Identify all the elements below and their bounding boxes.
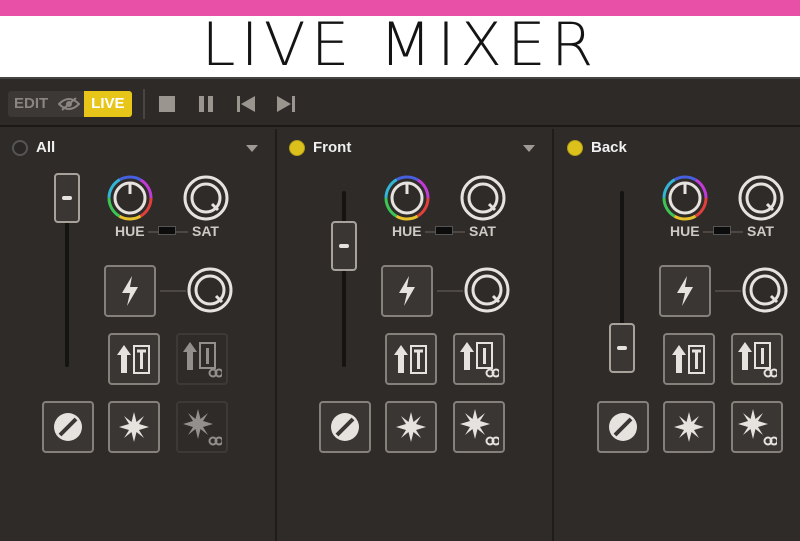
hue-knob[interactable]: [383, 174, 431, 222]
eye-hidden-icon: [58, 97, 81, 111]
blackout-icon: [331, 413, 359, 441]
sat-label: SAT: [192, 223, 219, 239]
starburst-icon: [119, 412, 149, 442]
page-title: LIVE MIXER: [201, 10, 599, 80]
saturation-dial-icon: [183, 175, 229, 221]
strobe-dial-icon: [742, 267, 788, 313]
strobe-link-line: [160, 290, 186, 292]
fader-track[interactable]: [342, 191, 346, 367]
saturation-knob[interactable]: [182, 174, 230, 222]
channel-name: All: [36, 139, 56, 156]
hue-sat-link-toggle[interactable]: [435, 226, 453, 235]
channel-indicator: [289, 140, 305, 156]
channel-name: Back: [591, 139, 627, 156]
live-mode-button[interactable]: LIVE: [84, 91, 132, 117]
strobe-dial-icon: [187, 267, 233, 313]
blackout-button[interactable]: [597, 401, 649, 453]
starburst-icon: [396, 412, 426, 442]
strobe-button[interactable]: [659, 265, 711, 317]
hue-sat-link-toggle[interactable]: [713, 226, 731, 235]
fader-handle[interactable]: [331, 221, 357, 271]
strobe-button[interactable]: [381, 265, 433, 317]
channel-header[interactable]: Back: [555, 129, 800, 167]
skip-back-icon[interactable]: [236, 94, 256, 114]
bump-button[interactable]: [108, 333, 160, 385]
bump-up-icon: [394, 345, 427, 374]
hue-label: HUE: [392, 223, 422, 239]
blackout-icon: [54, 413, 82, 441]
preview-toggle-button[interactable]: [54, 91, 85, 117]
channel-header[interactable]: All: [0, 129, 275, 167]
fader-handle[interactable]: [54, 173, 80, 223]
strobe-link-line: [715, 290, 741, 292]
toolbar-divider: [143, 89, 145, 119]
pause-icon[interactable]: [196, 94, 216, 114]
strobe-speed-knob[interactable]: [186, 266, 234, 314]
channel-indicator: [12, 140, 28, 156]
lightning-icon: [677, 276, 693, 306]
starburst-linked-icon: [738, 409, 777, 446]
saturation-dial-icon: [738, 175, 784, 221]
sat-label: SAT: [747, 223, 774, 239]
sparkle-button[interactable]: [663, 401, 715, 453]
bump-button[interactable]: [663, 333, 715, 385]
channel-front: Front HUE SAT: [277, 129, 554, 541]
skip-forward-icon[interactable]: [276, 94, 296, 114]
hue-sat-link-toggle[interactable]: [158, 226, 176, 235]
dropdown-arrow-icon[interactable]: [523, 145, 535, 152]
blackout-button[interactable]: [319, 401, 371, 453]
bump-button[interactable]: [385, 333, 437, 385]
channel-name: Front: [313, 139, 352, 156]
strobe-speed-knob[interactable]: [741, 266, 789, 314]
bump-up-icon: [117, 345, 150, 374]
bump-linked-icon: [183, 342, 222, 378]
edit-mode-button[interactable]: EDIT: [8, 91, 55, 117]
hue-dial-icon: [107, 175, 153, 221]
sparkle-link-button[interactable]: [453, 401, 505, 453]
saturation-knob[interactable]: [459, 174, 507, 222]
blackout-button[interactable]: [42, 401, 94, 453]
blackout-icon: [609, 413, 637, 441]
strobe-speed-knob[interactable]: [463, 266, 511, 314]
saturation-dial-icon: [460, 175, 506, 221]
channel-header[interactable]: Front: [277, 129, 552, 167]
channel-back: Back HUE SAT: [555, 129, 800, 541]
bump-link-button[interactable]: [176, 333, 228, 385]
hue-dial-icon: [662, 175, 708, 221]
lightning-icon: [399, 276, 415, 306]
strobe-dial-icon: [464, 267, 510, 313]
hue-label: HUE: [115, 223, 145, 239]
bump-up-icon: [672, 345, 705, 374]
fader-handle[interactable]: [609, 323, 635, 373]
bump-link-button[interactable]: [453, 333, 505, 385]
lightning-icon: [122, 276, 138, 306]
mixer-app: EDIT LIVE All HUE SAT Front HUE SAT Back…: [0, 77, 800, 541]
sparkle-button[interactable]: [385, 401, 437, 453]
bump-linked-icon: [738, 342, 777, 378]
hue-knob[interactable]: [106, 174, 154, 222]
hue-dial-icon: [384, 175, 430, 221]
bump-link-button[interactable]: [731, 333, 783, 385]
strobe-button[interactable]: [104, 265, 156, 317]
mode-switch: EDIT LIVE: [8, 91, 132, 117]
sat-label: SAT: [469, 223, 496, 239]
sparkle-button[interactable]: [108, 401, 160, 453]
toolbar: EDIT LIVE: [0, 79, 800, 127]
hue-label: HUE: [670, 223, 700, 239]
saturation-knob[interactable]: [737, 174, 785, 222]
starburst-linked-icon: [183, 409, 222, 446]
stop-icon[interactable]: [157, 94, 177, 114]
starburst-linked-icon: [460, 409, 499, 446]
dropdown-arrow-icon[interactable]: [246, 145, 258, 152]
channel-indicator: [567, 140, 583, 156]
bump-linked-icon: [460, 342, 499, 378]
strobe-link-line: [437, 290, 463, 292]
hue-knob[interactable]: [661, 174, 709, 222]
channel-all: All HUE SAT: [0, 129, 277, 541]
sparkle-link-button[interactable]: [731, 401, 783, 453]
starburst-icon: [674, 412, 704, 442]
sparkle-link-button[interactable]: [176, 401, 228, 453]
